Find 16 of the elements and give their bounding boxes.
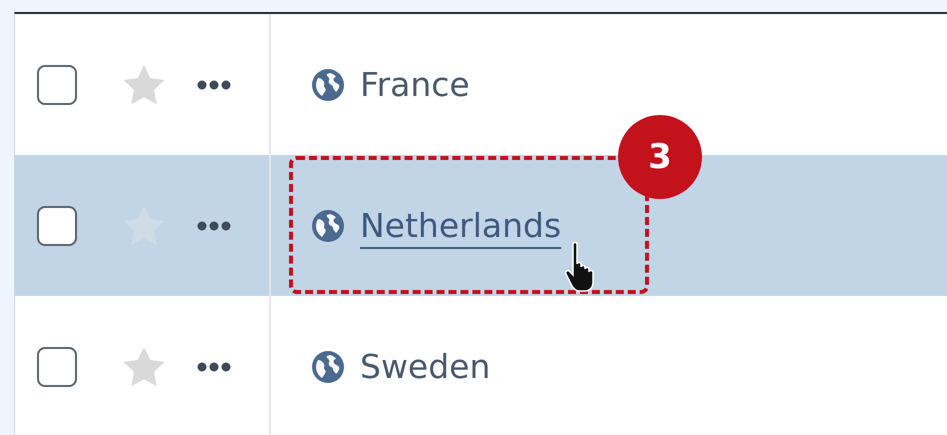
star-icon[interactable] [123,64,165,104]
table-row[interactable]: Sweden [15,296,947,435]
country-link[interactable]: Netherlands [360,200,562,250]
globe-icon [312,68,344,100]
checkbox[interactable] [37,346,77,386]
globe-icon [312,210,344,242]
country-link[interactable]: Sweden [360,342,490,392]
more-icon[interactable] [197,362,231,372]
checkbox[interactable] [37,206,77,246]
more-icon[interactable] [197,80,231,90]
star-icon[interactable] [123,346,165,386]
globe-icon [312,350,344,382]
checkbox[interactable] [37,64,77,104]
more-icon[interactable] [197,220,231,230]
country-link[interactable]: France [360,60,470,110]
step-number: 3 [618,115,702,199]
